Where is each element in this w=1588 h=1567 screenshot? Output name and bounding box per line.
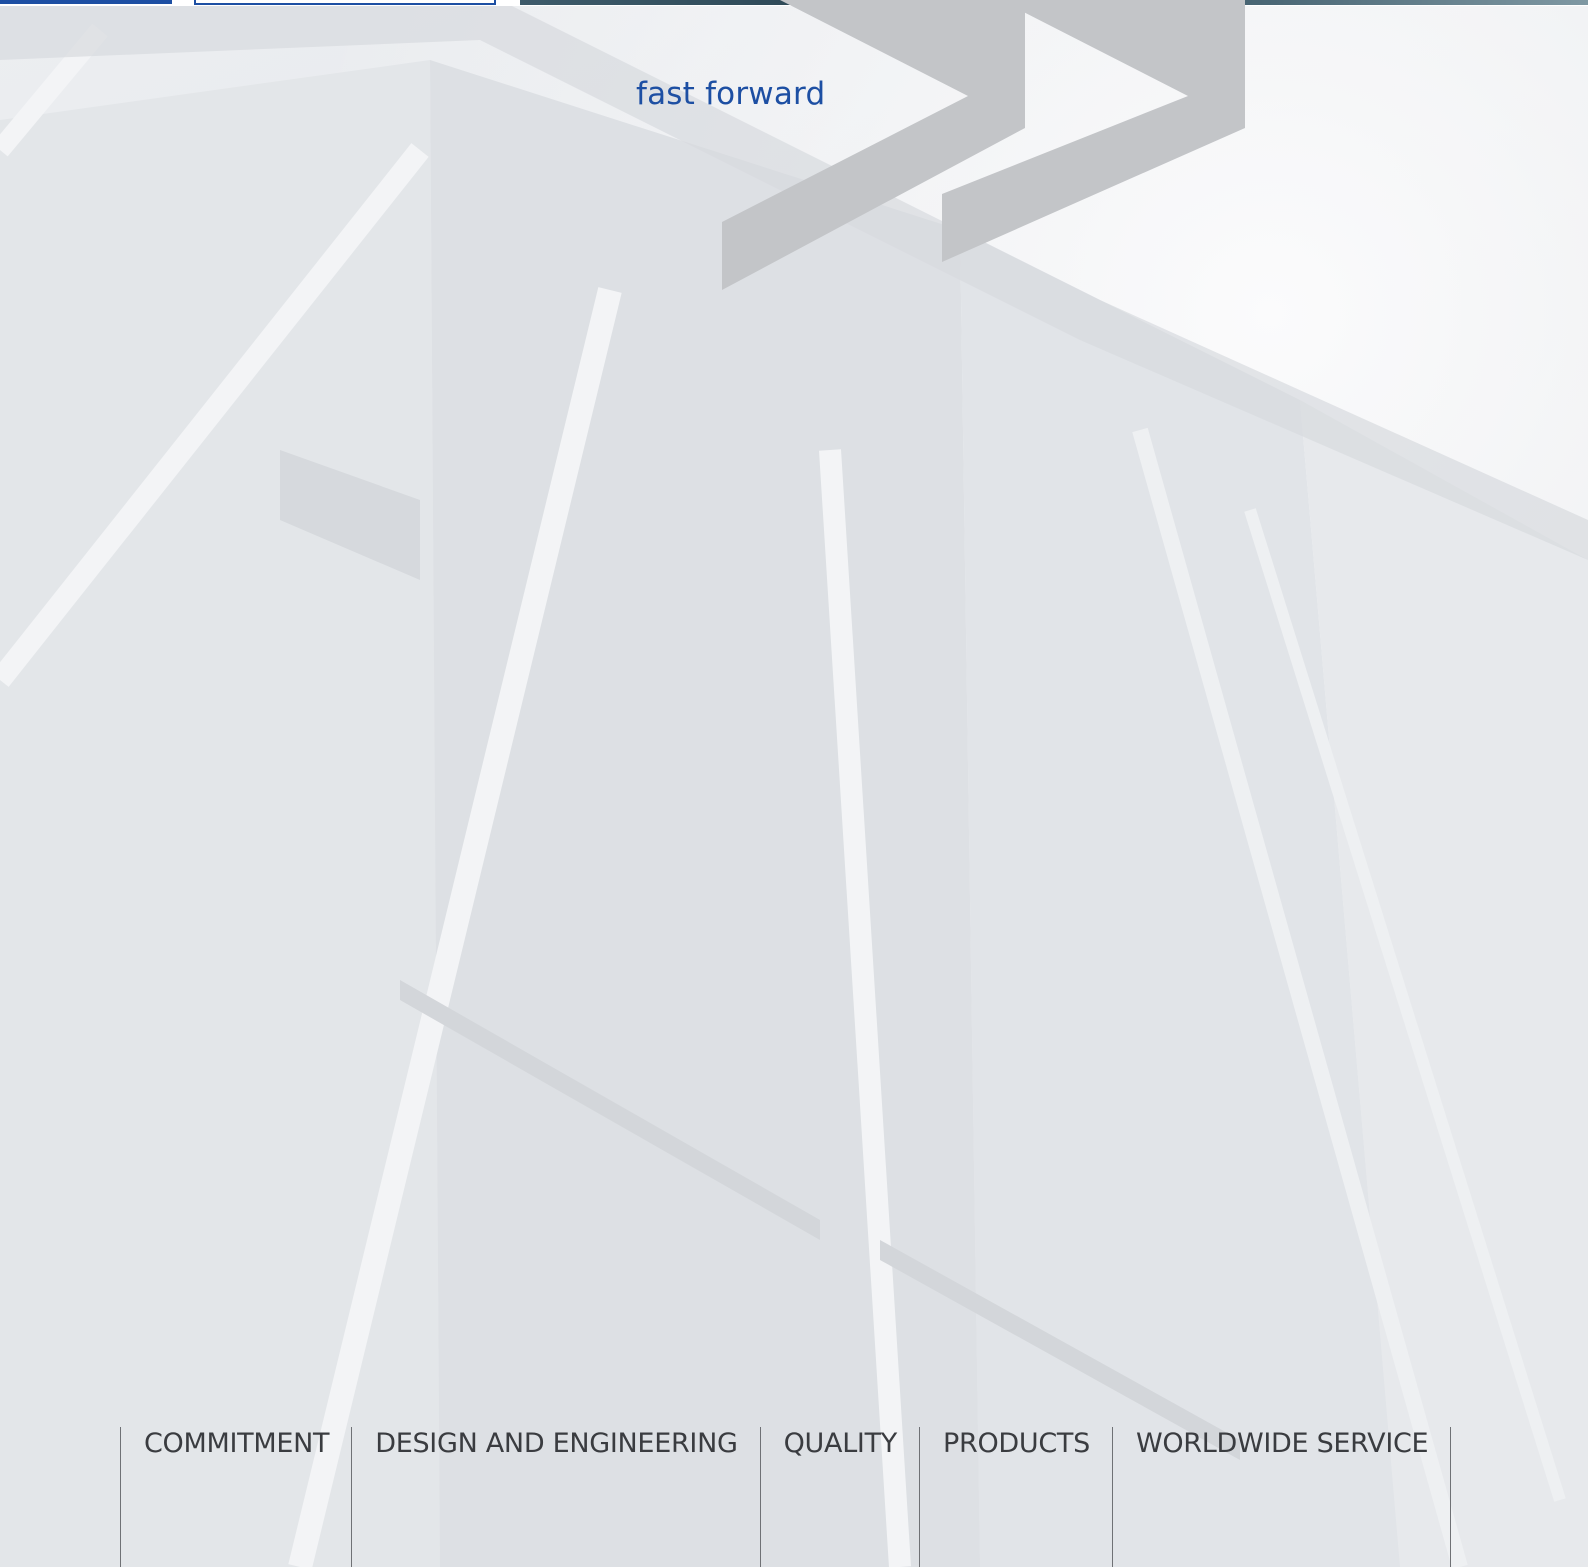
nav-item-design-and-engineering[interactable]: DESIGN AND ENGINEERING [351, 1427, 759, 1567]
top-blue-bar [0, 0, 172, 4]
nav-item-worldwide-service[interactable]: WORLDWIDE SERVICE [1111, 1427, 1452, 1567]
tagline: fast forward [636, 76, 826, 112]
nav-item-commitment[interactable]: COMMITMENT [120, 1427, 351, 1567]
bottom-navigation: COMMITMENT DESIGN AND ENGINEERING QUALIT… [120, 1427, 1452, 1567]
top-outline-box [194, 0, 496, 5]
double-chevron-right-icon [722, 0, 1245, 290]
nav-item-products[interactable]: PRODUCTS [919, 1427, 1112, 1567]
nav-item-quality[interactable]: QUALITY [759, 1427, 919, 1567]
